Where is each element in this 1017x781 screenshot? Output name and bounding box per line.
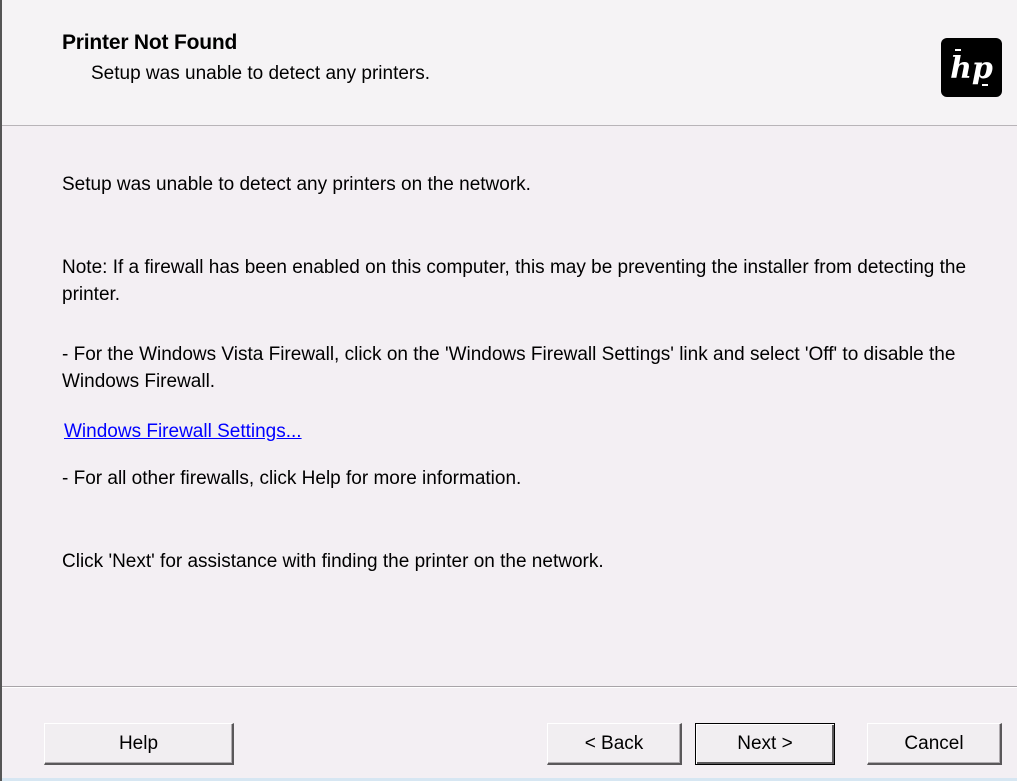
hp-logo-text: hp xyxy=(950,51,993,86)
status-message: Setup was unable to detect any printers … xyxy=(62,174,531,195)
back-button[interactable]: < Back xyxy=(547,723,682,765)
other-firewalls-instructions: - For all other firewalls, click Help fo… xyxy=(62,468,522,489)
next-instructions: Click 'Next' for assistance with finding… xyxy=(62,551,604,572)
vista-firewall-instructions: - For the Windows Vista Firewall, click … xyxy=(62,344,956,392)
cancel-button[interactable]: Cancel xyxy=(867,723,1002,765)
firewall-note: Note: If a firewall has been enabled on … xyxy=(62,257,967,305)
hp-logo-icon: hp xyxy=(941,38,1002,97)
back-button-label: < Back xyxy=(584,733,644,754)
windows-firewall-settings-link[interactable]: Windows Firewall Settings... xyxy=(64,418,302,445)
cancel-button-label: Cancel xyxy=(904,733,964,754)
page-title: Printer Not Found xyxy=(62,31,238,54)
footer-divider xyxy=(2,686,1017,688)
dialog-header: Printer Not Found Setup was unable to de… xyxy=(2,0,1017,126)
installer-dialog: Printer Not Found Setup was unable to de… xyxy=(0,0,1017,781)
next-button-label: Next > xyxy=(737,733,793,754)
next-button[interactable]: Next > xyxy=(695,723,835,765)
help-button-label: Help xyxy=(118,733,159,754)
help-button[interactable]: Help xyxy=(44,723,234,765)
page-subtitle: Setup was unable to detect any printers. xyxy=(91,63,431,84)
dialog-content: Setup was unable to detect any printers … xyxy=(2,126,1017,687)
